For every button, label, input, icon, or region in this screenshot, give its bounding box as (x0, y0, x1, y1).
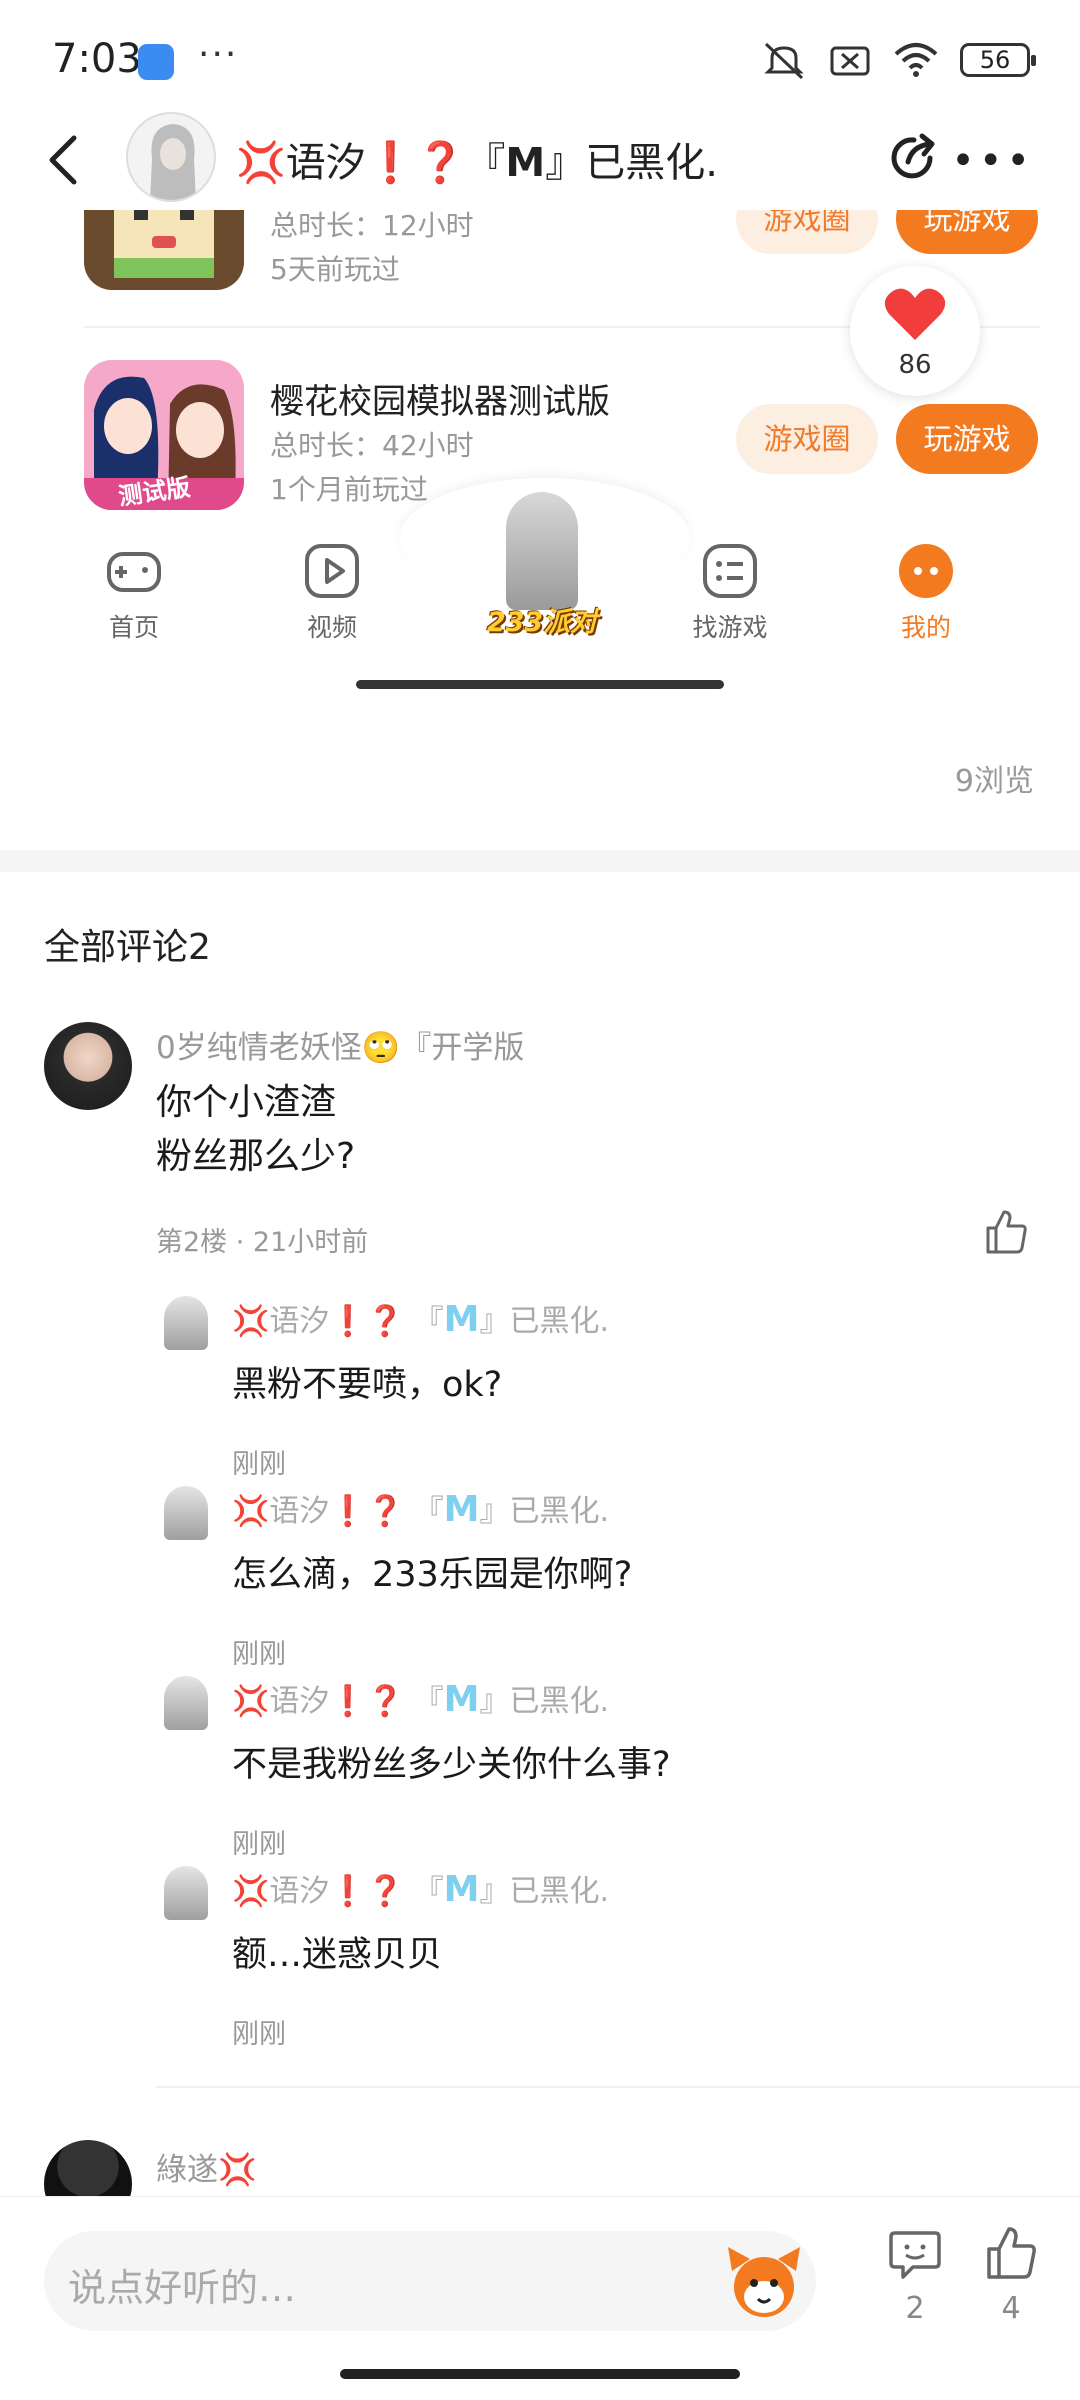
comment-count: 2 (905, 2291, 925, 2326)
home-indicator (340, 2369, 740, 2379)
profile-face-icon (899, 544, 953, 598)
reply-text[interactable]: 怎么滴，233乐园是你啊? (232, 1546, 632, 1597)
reply-avatar[interactable] (164, 1866, 208, 1920)
no-sim-icon (830, 46, 870, 76)
game-last-played: 1个月前玩过 (270, 473, 428, 506)
reply-text[interactable]: 不是我粉丝多少关你什么事? (232, 1736, 671, 1787)
tab-label: 首页 (108, 613, 159, 642)
tab-label: 233派对 (486, 607, 598, 638)
page-title: 💢语汐❗❓『𝗠』已黑化. (236, 140, 718, 186)
tab-me: 我的 (866, 540, 986, 644)
thumbs-up-icon[interactable] (982, 1208, 1030, 1256)
game-name: 樱花校园模拟器测试版 (270, 382, 610, 422)
reply-avatar[interactable] (164, 1676, 208, 1730)
thumbs-up-icon (987, 2227, 1036, 2279)
status-time: 7:03 (52, 36, 142, 82)
tab-label: 找游戏 (692, 613, 768, 642)
emoji-mascot-icon[interactable] (722, 2241, 806, 2321)
party-avatar-figure (506, 492, 578, 610)
view-count: 9浏览 (954, 764, 1034, 799)
tab-home: 首页 (74, 540, 194, 644)
comment-input-bar: 说点好听的… 2 4 (0, 2196, 1080, 2400)
tab-find-games: 找游戏 (670, 540, 790, 644)
play-video-icon (305, 544, 359, 598)
comment-text[interactable]: 你个小渣渣 粉丝那么少? (156, 1076, 355, 1184)
commenter-name[interactable]: 綠遂💢 (156, 2144, 257, 2189)
comment-item: 0岁纯情老妖怪🙄『开学版 你个小渣渣 粉丝那么少? 第2楼 · 21小时前 (0, 1022, 1080, 1258)
game-icon-sakura-school: 测试版 (84, 360, 244, 510)
list-icon (703, 544, 757, 598)
heart-icon (884, 288, 946, 340)
input-placeholder: 说点好听的… (68, 2266, 297, 2310)
comment-input[interactable]: 说点好听的… (44, 2231, 816, 2331)
reply-author[interactable]: 💢语汐❗❓ 『M』已黑化. (232, 1676, 609, 1720)
comment-meta: 第2楼 · 21小时前 (156, 1227, 369, 1258)
status-icons: 56 (762, 40, 1036, 80)
reply-item: 💢语汐❗❓ 『M』已黑化. 怎么滴，233乐园是你啊? 刚刚 (0, 1486, 1080, 1676)
comment-divider (156, 2086, 1080, 2088)
back-arrow-icon[interactable] (44, 132, 84, 188)
game-circle-button: 游戏圈 (736, 404, 878, 474)
game-circle-button: 游戏圈 (736, 210, 878, 254)
game-playtime: 总时长：12小时 (270, 210, 474, 242)
tab-video: 视频 (272, 540, 392, 644)
reply-time: 刚刚 (232, 1449, 286, 1480)
commenter-name[interactable]: 0岁纯情老妖怪🙄『开学版 (156, 1022, 524, 1067)
comments-title: 全部评论2 (44, 927, 211, 968)
reply-text[interactable]: 额…迷惑贝贝 (232, 1926, 442, 1977)
reply-author[interactable]: 💢语汐❗❓ 『M』已黑化. (232, 1486, 609, 1530)
share-icon[interactable] (884, 128, 944, 188)
play-game-button: 玩游戏 (896, 210, 1038, 254)
reply-author[interactable]: 💢语汐❗❓ 『M』已黑化. (232, 1296, 609, 1340)
reply-item: 💢语汐❗❓ 『M』已黑化. 不是我粉丝多少关你什么事? 刚刚 (0, 1676, 1080, 1866)
game-last-played: 5天前玩过 (270, 253, 400, 286)
commenter-avatar[interactable] (44, 1022, 132, 1110)
like-count: 4 (1001, 2291, 1021, 2326)
reply-text[interactable]: 黑粉不要喷，ok? (232, 1356, 502, 1407)
author-avatar[interactable] (126, 112, 216, 202)
reply-time: 刚刚 (232, 1829, 286, 1860)
gamepad-icon (107, 552, 161, 592)
game-icon-mini-world (84, 210, 244, 290)
battery-icon: 56 (960, 43, 1036, 77)
tab-label: 视频 (306, 613, 357, 642)
reply-item: 💢语汐❗❓ 『M』已黑化. 黑粉不要喷，ok? 刚刚 (0, 1296, 1080, 1486)
embedded-home-indicator (356, 680, 724, 689)
mute-icon (764, 42, 804, 80)
post-image: 总时长：12小时 5天前玩过 游戏圈 玩游戏 测试版 樱花校园模拟器测试版 总时… (40, 210, 1040, 690)
more-notifications-icon: ··· (198, 34, 239, 75)
reply-avatar[interactable] (164, 1296, 208, 1350)
app-notification-icon (138, 44, 174, 80)
like-count: 86 (898, 350, 932, 380)
reply-avatar[interactable] (164, 1486, 208, 1540)
like-action[interactable]: 4 (976, 2225, 1046, 2326)
game-playtime: 总时长：42小时 (270, 429, 474, 462)
section-divider (0, 850, 1080, 872)
status-bar: 7:03 ··· 56 (0, 0, 1080, 120)
reply-author[interactable]: 💢语汐❗❓ 『M』已黑化. (232, 1866, 609, 1910)
comment-action[interactable]: 2 (880, 2225, 950, 2326)
wifi-icon (894, 43, 938, 77)
reply-time: 刚刚 (232, 2019, 286, 2050)
post-like-bubble: 86 (850, 266, 980, 396)
avatar-figure-icon (128, 114, 214, 200)
reply-item: 💢语汐❗❓ 『M』已黑化. 额…迷惑贝贝 刚刚 (0, 1866, 1080, 2056)
reply-time: 刚刚 (232, 1639, 286, 1670)
comment-icon (889, 2231, 941, 2279)
tab-party: 233派对 (472, 492, 612, 642)
tab-label: 我的 (900, 613, 951, 642)
play-game-button: 玩游戏 (896, 404, 1038, 474)
more-options-icon[interactable]: ••• (951, 138, 1034, 184)
post-header: 💢语汐❗❓『𝗠』已黑化. ••• (0, 110, 1080, 210)
